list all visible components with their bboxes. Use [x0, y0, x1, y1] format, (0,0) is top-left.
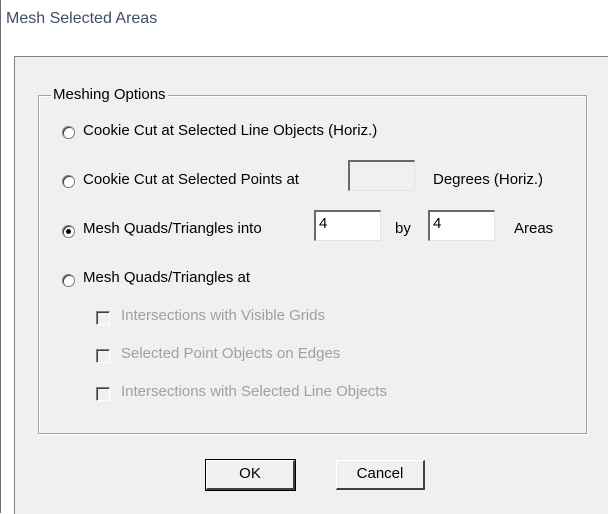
meshing-options-group: Meshing Options Cookie Cut at Selected L… [38, 87, 587, 434]
window-left-border [0, 0, 1, 513]
label-visible-grids: Intersections with Visible Grids [121, 307, 325, 324]
label-line-objects-intersections: Intersections with Selected Line Objects [121, 383, 387, 400]
label-mesh-into: Mesh Quads/Triangles into [83, 220, 262, 237]
mesh-count-2-input[interactable]: 4 [428, 210, 495, 241]
radio-mesh-into[interactable] [62, 225, 75, 238]
label-degrees-horiz: Degrees (Horiz.) [433, 171, 544, 188]
checkbox-point-objects-edges[interactable] [96, 349, 110, 363]
label-by: by [395, 220, 411, 237]
radio-selected-dot [66, 229, 71, 234]
dialog-panel: Meshing Options Cookie Cut at Selected L… [14, 56, 608, 514]
label-mesh-at: Mesh Quads/Triangles at [83, 269, 251, 286]
radio-cookie-cut-points[interactable] [62, 175, 75, 188]
label-areas: Areas [514, 220, 554, 237]
checkbox-visible-grids[interactable] [96, 311, 110, 325]
checkbox-line-objects-intersections[interactable] [96, 387, 110, 401]
degrees-input[interactable] [348, 160, 415, 191]
radio-mesh-at[interactable] [62, 274, 75, 287]
mesh-count-1-input[interactable]: 4 [314, 210, 381, 241]
label-cookie-cut-points: Cookie Cut at Selected Points at [83, 171, 299, 188]
window-title: Mesh Selected Areas [6, 10, 158, 27]
label-point-objects-edges: Selected Point Objects on Edges [121, 345, 341, 362]
cancel-button[interactable]: Cancel [336, 460, 425, 490]
radio-cookie-cut-lines[interactable] [62, 126, 75, 139]
label-cookie-cut-lines: Cookie Cut at Selected Line Objects (Hor… [83, 122, 378, 139]
group-label: Meshing Options [51, 86, 168, 103]
ok-button[interactable]: OK [205, 459, 296, 491]
